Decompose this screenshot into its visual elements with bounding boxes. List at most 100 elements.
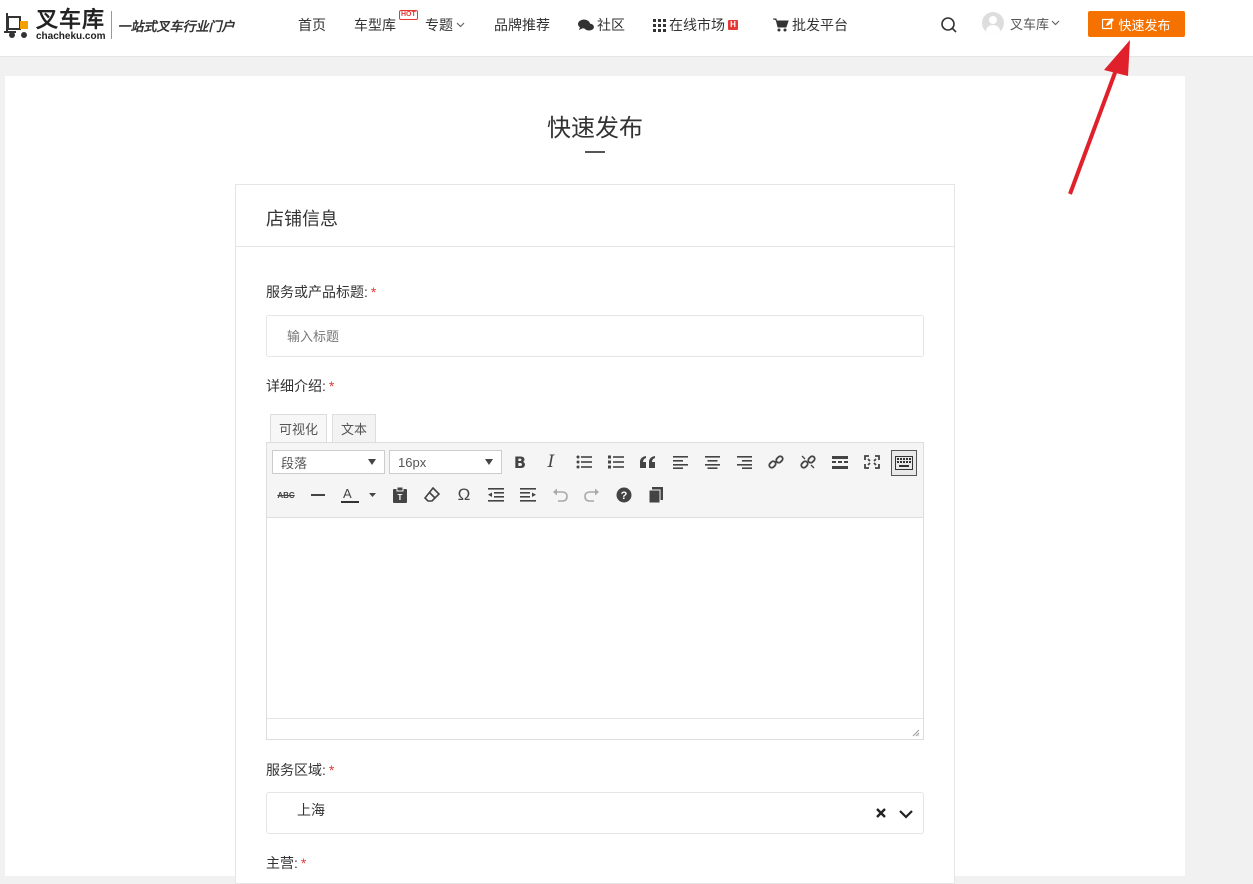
main-content: 快速发布 店铺信息 服务或产品标题:* 详细介绍:* 可视化 文本 段落 16p… (5, 76, 1185, 884)
logo-slogan: 一站式叉车行业门户 (117, 18, 235, 34)
undo-icon[interactable] (548, 483, 572, 507)
editor-toolbar: 段落 16px B I ABC A T Ω ? (267, 443, 923, 518)
italic-icon[interactable]: I (539, 450, 563, 474)
forklift-icon (4, 9, 32, 41)
align-right-icon[interactable] (732, 450, 756, 474)
nav-wholesale-label: 批发平台 (792, 17, 848, 33)
numbered-list-icon[interactable] (604, 450, 628, 474)
nav-community[interactable]: 社区 (578, 15, 625, 35)
unlink-icon[interactable] (796, 450, 820, 474)
font-size-select-value: 16px (398, 454, 427, 470)
paste-text-icon[interactable]: T (388, 483, 412, 507)
avatar (982, 12, 1004, 34)
area-label-text: 服务区域: (266, 762, 326, 778)
clear-icon[interactable] (875, 806, 887, 824)
nav-models[interactable]: 车型库 HOT (354, 10, 418, 35)
nav-topics[interactable]: 专题 (425, 15, 465, 35)
logo-domain: chacheku.com (36, 30, 106, 42)
resize-handle-icon[interactable] (911, 728, 920, 737)
panel-title: 店铺信息 (236, 185, 954, 247)
required-mark: * (370, 284, 377, 300)
hot-badge: HOT (399, 10, 418, 20)
nav-topics-label: 专题 (425, 17, 453, 33)
service-area-value: 上海 (297, 802, 325, 818)
text-color-icon[interactable]: A (337, 483, 381, 507)
logo-divider (111, 11, 113, 39)
nav-brands-label: 品牌推荐 (494, 17, 550, 33)
tab-visual[interactable]: 可视化 (270, 414, 328, 442)
nav-home[interactable]: 首页 (298, 15, 326, 35)
detail-field-label: 详细介绍: * (266, 376, 334, 396)
copy-icon[interactable] (644, 483, 668, 507)
editor-content-area[interactable] (267, 518, 923, 718)
edit-icon (1102, 18, 1118, 30)
grid-icon (653, 18, 666, 32)
quick-publish-label: 快速发布 (1118, 17, 1171, 33)
nav-brands[interactable]: 品牌推荐 (494, 15, 550, 35)
indent-icon[interactable] (516, 483, 540, 507)
service-area-select[interactable]: 上海 (266, 792, 924, 834)
required-mark: * (328, 762, 335, 778)
horizontal-line-icon[interactable] (306, 483, 330, 507)
caret-down-icon (485, 459, 493, 465)
paragraph-select[interactable]: 段落 (272, 450, 385, 474)
svg-text:?: ? (621, 490, 628, 502)
detail-label-text: 详细介绍: (266, 378, 326, 394)
title-input[interactable] (266, 315, 924, 357)
nav-market-label: 在线市场 (669, 17, 725, 33)
main-business-label-text: 主营: (266, 855, 298, 871)
strikethrough-icon[interactable]: ABC (274, 483, 298, 507)
cart-icon (773, 18, 789, 32)
redo-icon[interactable] (580, 483, 604, 507)
align-center-icon[interactable] (700, 450, 724, 474)
title-underline (585, 151, 605, 153)
svg-text:A: A (343, 486, 352, 501)
chevron-down-icon (456, 22, 465, 28)
title-field-label: 服务或产品标题: * (266, 282, 376, 302)
caret-down-icon (368, 459, 376, 465)
align-left-icon[interactable] (668, 450, 692, 474)
read-more-icon[interactable] (828, 450, 852, 474)
nav-home-label: 首页 (298, 17, 326, 33)
logo-name: 叉车库 (36, 6, 106, 32)
store-info-panel: 店铺信息 服务或产品标题:* 详细介绍:* 可视化 文本 段落 16px (235, 184, 955, 884)
toolbar-toggle-icon[interactable] (891, 450, 917, 476)
nav-market[interactable]: 在线市场 H (653, 15, 738, 35)
link-icon[interactable] (764, 450, 788, 474)
new-badge: H (728, 20, 738, 30)
site-logo[interactable]: 叉车库 chacheku.com 一站式叉车行业门户 (4, 8, 235, 42)
outdent-icon[interactable] (484, 483, 508, 507)
nav-wholesale[interactable]: 批发平台 (773, 15, 848, 35)
eraser-icon[interactable] (420, 483, 444, 507)
quick-publish-button[interactable]: 快速发布 (1088, 11, 1185, 37)
chevron-down-icon[interactable] (899, 806, 913, 824)
editor-tabs: 可视化 文本 (270, 414, 381, 442)
comments-icon (578, 19, 594, 32)
help-icon[interactable]: ? (612, 483, 636, 507)
page-title: 快速发布 (547, 115, 643, 142)
paragraph-select-value: 段落 (281, 455, 308, 471)
search-icon[interactable] (940, 16, 958, 39)
fullscreen-icon[interactable] (860, 450, 884, 474)
area-field-label: 服务区域: * (266, 760, 334, 780)
title-label-text: 服务或产品标题: (266, 284, 368, 300)
special-character-icon[interactable]: Ω (452, 483, 476, 507)
logo-text: 叉车库 chacheku.com (36, 6, 106, 42)
blockquote-icon[interactable] (636, 450, 660, 474)
user-name: 叉车库 (1010, 16, 1050, 32)
bold-icon[interactable]: B (508, 450, 532, 474)
bullet-list-icon[interactable] (572, 450, 596, 474)
required-mark: * (328, 378, 335, 394)
rich-text-editor: 段落 16px B I ABC A T Ω ? (266, 442, 924, 740)
annotation-arrow-icon (1068, 40, 1130, 195)
nav-models-label: 车型库 (354, 17, 396, 33)
tab-text[interactable]: 文本 (332, 414, 377, 442)
svg-text:T: T (398, 493, 403, 502)
required-mark: * (300, 855, 307, 871)
font-size-select[interactable]: 16px (389, 450, 502, 474)
nav-community-label: 社区 (597, 17, 625, 33)
main-business-field-label: 主营: * (266, 853, 306, 873)
chevron-down-icon (1051, 20, 1060, 26)
user-menu[interactable]: 叉车库 (982, 12, 1060, 34)
editor-statusbar (267, 718, 923, 739)
